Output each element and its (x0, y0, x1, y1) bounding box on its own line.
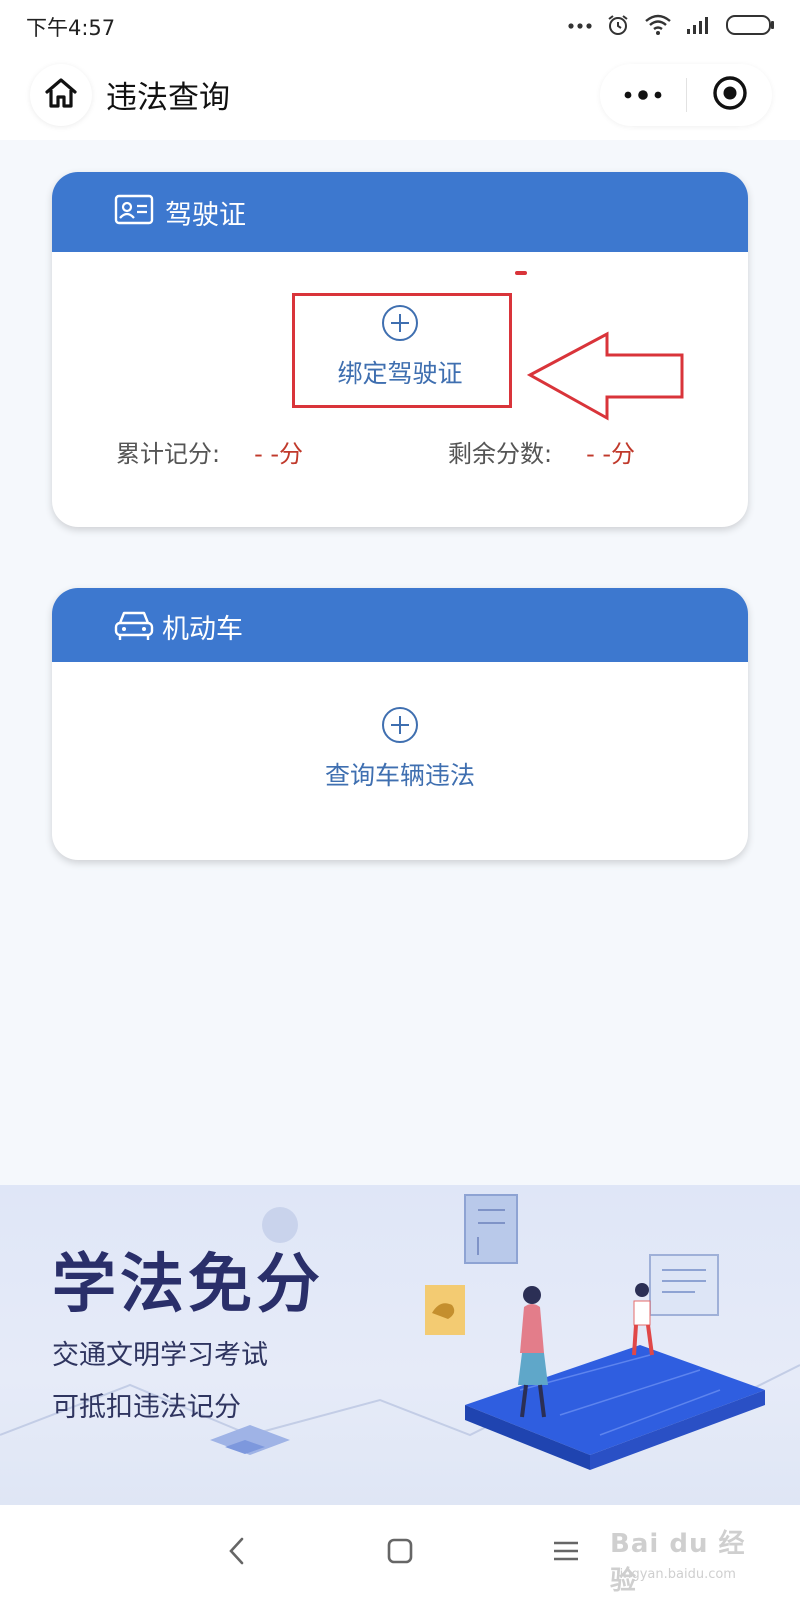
watermark-text: Bai du 经验 (610, 1529, 746, 1596)
home-icon (44, 77, 78, 113)
battery-icon (726, 14, 776, 36)
banner-subtitle-1: 交通文明学习考试 (52, 1340, 268, 1371)
mini-program-capsule (600, 64, 772, 126)
page-title: 违法查询 (106, 80, 230, 116)
banner-title: 学法免分 (52, 1248, 324, 1322)
car-icon (114, 608, 154, 642)
close-button[interactable] (687, 64, 772, 126)
vehicle-card-title: 机动车 (162, 614, 243, 645)
nav-back-button[interactable] (197, 1505, 277, 1600)
query-vehicle-label: 查询车辆违法 (324, 761, 475, 790)
points-remaining-label: 剩余分数: (448, 440, 553, 468)
system-nav-bar: Bai du 经验 jingyan.baidu.com (0, 1505, 800, 1600)
vehicle-card: 机动车 查询车辆违法 (52, 588, 748, 860)
nav-home-button[interactable] (360, 1505, 440, 1600)
annotation-mark (515, 271, 527, 275)
id-card-icon (114, 194, 154, 226)
wifi-icon (644, 14, 672, 36)
status-icons (568, 10, 776, 40)
points-total-value: - -分 (254, 440, 304, 468)
annotation-highlight-box (292, 293, 512, 408)
points-remaining: 剩余分数: - -分 (448, 434, 635, 469)
close-target-icon (712, 75, 748, 115)
status-bar: 下午4:57 (0, 0, 800, 50)
more-icon (623, 86, 663, 105)
annotation-arrow-icon (526, 330, 687, 426)
license-card-header: 驾驶证 (52, 172, 748, 252)
back-icon (228, 1536, 246, 1570)
watermark: Bai du 经验 jingyan.baidu.com (610, 1515, 760, 1596)
status-time: 下午4:57 (26, 16, 116, 40)
nav-menu-button[interactable] (526, 1505, 606, 1600)
vehicle-card-header: 机动车 (52, 588, 748, 662)
title-bar: 违法查询 (0, 50, 800, 140)
home-square-icon (387, 1538, 413, 1568)
study-banner[interactable]: 学法免分 交通文明学习考试 可抵扣违法记分 (0, 1185, 800, 1505)
home-button[interactable] (30, 64, 92, 126)
alarm-icon (606, 13, 630, 37)
points-total: 累计记分: - -分 (116, 434, 303, 469)
banner-subtitle-2: 可抵扣违法记分 (52, 1392, 241, 1423)
points-total-label: 累计记分: (116, 440, 221, 468)
signal-icon (686, 15, 712, 35)
license-card-title: 驾驶证 (165, 200, 246, 231)
more-dots-icon (568, 20, 592, 30)
query-vehicle-button[interactable]: 查询车辆违法 (300, 706, 500, 792)
menu-icon (553, 1540, 579, 1566)
watermark-subtext: jingyan.baidu.com (616, 1567, 736, 1582)
plus-circle-icon (381, 706, 419, 748)
points-remaining-value: - -分 (586, 440, 636, 468)
more-button[interactable] (600, 64, 686, 126)
